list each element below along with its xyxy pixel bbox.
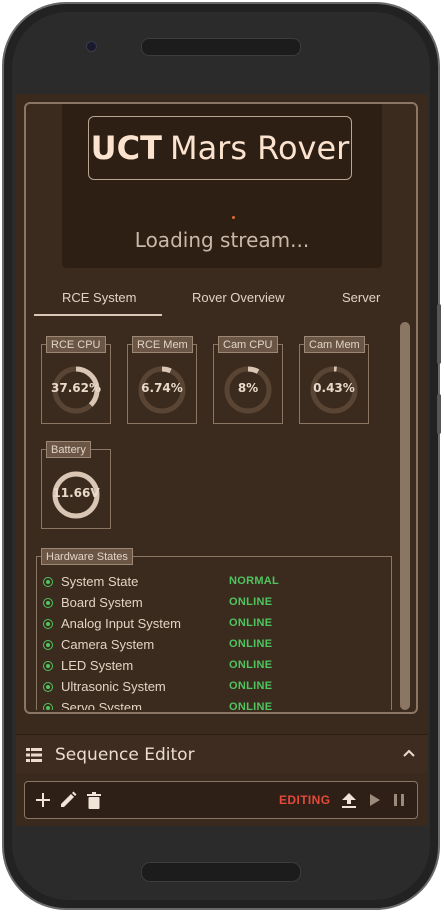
play-button[interactable] <box>365 790 385 810</box>
hw-status: ONLINE <box>229 617 273 629</box>
gauge-value: 0.43% <box>313 381 355 395</box>
hw-status: ONLINE <box>229 638 273 650</box>
list-icon <box>26 748 42 762</box>
hw-name: Board System <box>61 595 143 610</box>
hw-name: Servo System <box>61 700 142 710</box>
gauge-rce-mem: RCE Mem 6.74% <box>127 336 197 424</box>
plus-icon <box>36 793 50 807</box>
status-dot-icon <box>43 619 53 629</box>
hardware-states-panel: Hardware States System State NORMAL Boar… <box>36 548 392 710</box>
upload-button[interactable] <box>339 790 359 810</box>
chevron-up-icon[interactable] <box>402 747 416 759</box>
status-dot-icon <box>43 703 53 710</box>
title-bold: UCT <box>90 129 162 167</box>
bottom-speaker <box>141 862 301 882</box>
gauge-rce-cpu: RCE CPU 37.62% <box>41 336 111 424</box>
add-button[interactable] <box>33 790 53 810</box>
hw-status: ONLINE <box>229 701 273 710</box>
loading-text: Loading stream... <box>134 228 310 252</box>
sequence-editor-header[interactable]: Sequence Editor <box>16 734 428 773</box>
gauge-label: Cam CPU <box>218 336 278 353</box>
pause-button[interactable] <box>389 790 409 810</box>
hw-row-led-system: LED System ONLINE <box>43 657 383 677</box>
editing-status: EDITING <box>279 793 331 807</box>
edit-button[interactable] <box>58 790 78 810</box>
title-rest: Mars Rover <box>169 129 350 167</box>
pause-icon <box>394 794 404 806</box>
status-dot-icon <box>43 682 53 692</box>
hw-row-analog-input: Analog Input System ONLINE <box>43 615 383 635</box>
app-screen: UCT Mars Rover Loading stream... RCE Sys… <box>16 94 428 826</box>
hw-status: NORMAL <box>229 575 280 587</box>
hw-row-servo-system: Servo System ONLINE <box>43 699 383 710</box>
gauge-value: 37.62% <box>51 381 101 395</box>
hw-status: ONLINE <box>229 680 273 692</box>
volume-button <box>437 304 441 364</box>
status-dot-icon <box>43 598 53 608</box>
hardware-states-title: Hardware States <box>41 548 133 565</box>
earpiece-speaker <box>141 38 301 56</box>
gauge-value: 11.66V <box>52 486 100 500</box>
gauge-label: Battery <box>46 441 91 458</box>
gauge-value: 8% <box>237 381 259 395</box>
delete-button[interactable] <box>84 790 104 810</box>
gauge-value: 6.74% <box>141 381 183 395</box>
tab-server[interactable]: Server <box>342 290 380 305</box>
gauge-label: Cam Mem <box>304 336 365 353</box>
hw-status: ONLINE <box>229 596 273 608</box>
sequence-editor-title: Sequence Editor <box>55 745 195 765</box>
status-dot-icon <box>43 640 53 650</box>
loading-spinner <box>232 216 235 219</box>
hw-row-camera-system: Camera System ONLINE <box>43 636 383 656</box>
rce-system-content[interactable]: RCE CPU 37.62% RCE Mem 6.74% Cam CPU 8% … <box>34 322 396 710</box>
app-title: UCT Mars Rover <box>88 116 352 180</box>
status-dot-icon <box>43 577 53 587</box>
scrollbar-track[interactable] <box>400 322 410 710</box>
gauge-cam-mem: Cam Mem 0.43% <box>299 336 369 424</box>
hw-row-system-state: System State NORMAL <box>43 573 383 593</box>
play-icon <box>370 794 380 806</box>
hw-name: LED System <box>61 658 134 673</box>
rover-panel: UCT Mars Rover Loading stream... RCE Sys… <box>24 102 418 714</box>
tab-bar: RCE System Rover Overview Server <box>34 284 412 316</box>
upload-icon <box>342 792 356 808</box>
tab-rover-overview[interactable]: Rover Overview <box>192 290 284 305</box>
pencil-icon <box>61 791 77 807</box>
gauge-label: RCE Mem <box>132 336 193 353</box>
hw-name: Camera System <box>61 637 155 652</box>
hw-name: System State <box>61 574 139 589</box>
tab-rce-system[interactable]: RCE System <box>62 290 136 305</box>
gauge-battery: Battery 11.66V <box>41 441 111 529</box>
active-tab-indicator <box>34 314 162 316</box>
hw-row-board-system: Board System ONLINE <box>43 594 383 614</box>
hw-status: ONLINE <box>229 659 273 671</box>
hw-name: Analog Input System <box>61 616 181 631</box>
status-dot-icon <box>43 661 53 671</box>
power-button <box>437 394 441 434</box>
sequence-toolbar: EDITING <box>24 781 418 819</box>
hw-name: Ultrasonic System <box>61 679 166 694</box>
gauge-label: RCE CPU <box>46 336 106 353</box>
scrollbar-thumb[interactable] <box>400 322 410 710</box>
trash-icon <box>87 791 101 809</box>
gauge-cam-cpu: Cam CPU 8% <box>213 336 283 424</box>
video-stream: UCT Mars Rover Loading stream... <box>62 104 382 268</box>
front-camera <box>86 41 97 52</box>
hw-row-ultrasonic-system: Ultrasonic System ONLINE <box>43 678 383 698</box>
